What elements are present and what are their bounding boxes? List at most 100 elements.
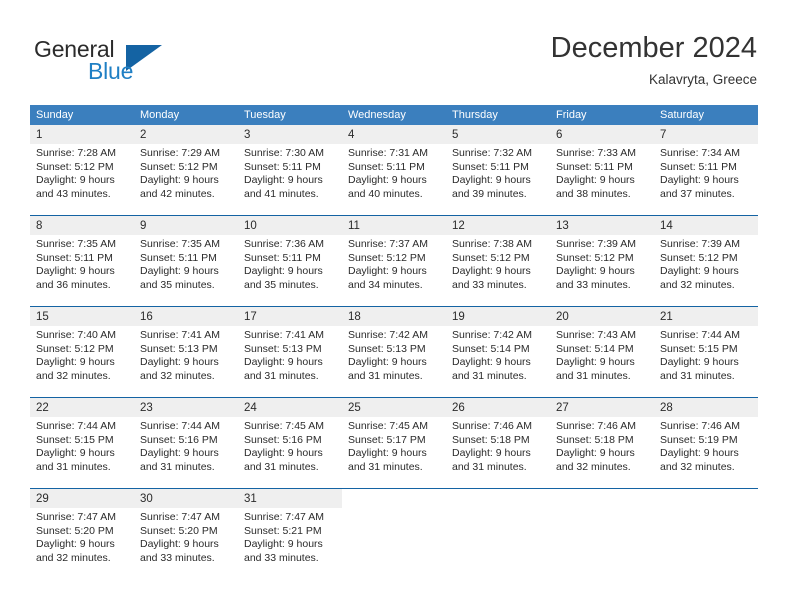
day-number: 1	[36, 129, 43, 141]
day-detail-line: Sunrise: 7:35 AM	[140, 238, 220, 250]
day-detail-line: and 39 minutes.	[452, 187, 527, 200]
day-number-band: 4	[342, 125, 446, 144]
day-number: 13	[556, 220, 569, 232]
calendar-day-cell[interactable]: 31 Sunrise: 7:47 AM Sunset: 5:21 PM Dayligh…	[238, 489, 342, 579]
day-details: Sunrise: 7:30 AM Sunset: 5:11 PM Daylight:…	[238, 144, 342, 201]
calendar-day-cell[interactable]: 23 Sunrise: 7:44 AM Sunset: 5:16 PM Dayligh…	[134, 398, 238, 488]
calendar-page: General Blue December 2024 Kalavryta, Gr…	[0, 0, 792, 612]
day-number-band: 1	[30, 125, 134, 144]
day-details: Sunrise: 7:39 AM Sunset: 5:12 PM Daylight:…	[654, 235, 758, 292]
calendar-day-cell[interactable]: 5 Sunrise: 7:32 AM Sunset: 5:11 PM Daylight…	[446, 125, 550, 215]
day-number: 24	[244, 402, 257, 414]
calendar-day-cell[interactable]: 10 Sunrise: 7:36 AM Sunset: 5:11 PM Dayligh…	[238, 216, 342, 306]
calendar-week-row: 1 Sunrise: 7:28 AM Sunset: 5:12 PM Daylight…	[30, 125, 758, 215]
calendar-day-cell[interactable]: 28 Sunrise: 7:46 AM Sunset: 5:19 PM Dayligh…	[654, 398, 758, 488]
calendar-day-cell[interactable]: 22 Sunrise: 7:44 AM Sunset: 5:15 PM Dayligh…	[30, 398, 134, 488]
day-detail-line: and 33 minutes.	[556, 278, 631, 291]
day-detail-line: Sunset: 5:13 PM	[140, 342, 218, 355]
calendar-day-cell-empty	[654, 489, 758, 579]
day-detail-line: and 35 minutes.	[140, 278, 215, 291]
calendar-day-cell[interactable]: 16 Sunrise: 7:41 AM Sunset: 5:13 PM Dayligh…	[134, 307, 238, 397]
day-detail-line: Sunrise: 7:44 AM	[140, 420, 220, 432]
page-header: General Blue December 2024 Kalavryta, Gr…	[0, 0, 792, 100]
calendar-day-cell[interactable]: 25 Sunrise: 7:45 AM Sunset: 5:17 PM Dayligh…	[342, 398, 446, 488]
day-number-band: 23	[134, 398, 238, 417]
calendar-day-cell[interactable]: 21 Sunrise: 7:44 AM Sunset: 5:15 PM Dayligh…	[654, 307, 758, 397]
day-detail-line: Sunrise: 7:47 AM	[140, 511, 220, 523]
calendar-day-cell[interactable]: 27 Sunrise: 7:46 AM Sunset: 5:18 PM Dayligh…	[550, 398, 654, 488]
calendar-day-cell[interactable]: 19 Sunrise: 7:42 AM Sunset: 5:14 PM Dayligh…	[446, 307, 550, 397]
calendar-day-cell-empty	[550, 489, 654, 579]
day-number-band: 17	[238, 307, 342, 326]
day-detail-line: Daylight: 9 hours	[244, 538, 323, 551]
day-detail-line: Sunset: 5:12 PM	[36, 342, 114, 355]
day-detail-line: Daylight: 9 hours	[452, 265, 531, 278]
day-detail-line: Daylight: 9 hours	[36, 447, 115, 460]
day-details: Sunrise: 7:39 AM Sunset: 5:12 PM Daylight:…	[550, 235, 654, 292]
day-detail-line: Daylight: 9 hours	[244, 265, 323, 278]
calendar-day-cell[interactable]: 1 Sunrise: 7:28 AM Sunset: 5:12 PM Daylight…	[30, 125, 134, 215]
calendar-week-row: 22 Sunrise: 7:44 AM Sunset: 5:15 PM Dayligh…	[30, 397, 758, 488]
calendar-day-cell[interactable]: 2 Sunrise: 7:29 AM Sunset: 5:12 PM Daylight…	[134, 125, 238, 215]
calendar-day-cell[interactable]: 24 Sunrise: 7:45 AM Sunset: 5:16 PM Dayligh…	[238, 398, 342, 488]
day-number-band: 11	[342, 216, 446, 235]
day-detail-line: Sunrise: 7:42 AM	[452, 329, 532, 341]
day-detail-line: Sunset: 5:20 PM	[140, 524, 218, 537]
day-detail-line: Sunset: 5:11 PM	[452, 160, 529, 173]
calendar-day-cell[interactable]: 6 Sunrise: 7:33 AM Sunset: 5:11 PM Daylight…	[550, 125, 654, 215]
day-details: Sunrise: 7:40 AM Sunset: 5:12 PM Daylight:…	[30, 326, 134, 383]
calendar-day-cell[interactable]: 14 Sunrise: 7:39 AM Sunset: 5:12 PM Dayligh…	[654, 216, 758, 306]
day-detail-line: Sunset: 5:19 PM	[660, 433, 738, 446]
day-details: Sunrise: 7:45 AM Sunset: 5:17 PM Daylight:…	[342, 417, 446, 474]
day-details: Sunrise: 7:29 AM Sunset: 5:12 PM Daylight:…	[134, 144, 238, 201]
day-detail-line: Sunset: 5:18 PM	[452, 433, 530, 446]
calendar-day-cell[interactable]: 17 Sunrise: 7:41 AM Sunset: 5:13 PM Dayligh…	[238, 307, 342, 397]
day-detail-line: Daylight: 9 hours	[36, 174, 115, 187]
day-number: 14	[660, 220, 673, 232]
calendar-day-cell[interactable]: 15 Sunrise: 7:40 AM Sunset: 5:12 PM Dayligh…	[30, 307, 134, 397]
day-number-band: 10	[238, 216, 342, 235]
calendar-week-row: 8 Sunrise: 7:35 AM Sunset: 5:11 PM Daylight…	[30, 215, 758, 306]
calendar-day-cell[interactable]: 12 Sunrise: 7:38 AM Sunset: 5:12 PM Dayligh…	[446, 216, 550, 306]
day-detail-line: and 31 minutes.	[36, 460, 111, 473]
day-number: 3	[244, 129, 251, 141]
day-detail-line: Daylight: 9 hours	[36, 538, 115, 551]
day-number: 19	[452, 311, 465, 323]
day-detail-line: Sunset: 5:12 PM	[660, 251, 738, 264]
calendar-day-cell[interactable]: 11 Sunrise: 7:37 AM Sunset: 5:12 PM Dayligh…	[342, 216, 446, 306]
calendar-day-cell[interactable]: 29 Sunrise: 7:47 AM Sunset: 5:20 PM Dayligh…	[30, 489, 134, 579]
day-detail-line: Sunrise: 7:47 AM	[244, 511, 324, 523]
general-blue-logo: General Blue	[34, 36, 214, 88]
day-detail-line: Daylight: 9 hours	[556, 356, 635, 369]
day-detail-line: Sunset: 5:12 PM	[348, 251, 426, 264]
day-detail-line: Sunset: 5:13 PM	[348, 342, 426, 355]
day-number-band: 18	[342, 307, 446, 326]
day-number: 4	[348, 129, 355, 141]
day-details: Sunrise: 7:34 AM Sunset: 5:11 PM Daylight:…	[654, 144, 758, 201]
calendar-day-cell[interactable]: 8 Sunrise: 7:35 AM Sunset: 5:11 PM Daylight…	[30, 216, 134, 306]
calendar-day-cell[interactable]: 7 Sunrise: 7:34 AM Sunset: 5:11 PM Daylight…	[654, 125, 758, 215]
day-number: 17	[244, 311, 257, 323]
day-detail-line: and 31 minutes.	[660, 369, 735, 382]
day-details	[342, 508, 446, 511]
calendar-day-cell[interactable]: 18 Sunrise: 7:42 AM Sunset: 5:13 PM Dayligh…	[342, 307, 446, 397]
calendar-day-cell[interactable]: 4 Sunrise: 7:31 AM Sunset: 5:11 PM Daylight…	[342, 125, 446, 215]
calendar-day-cell[interactable]: 9 Sunrise: 7:35 AM Sunset: 5:11 PM Daylight…	[134, 216, 238, 306]
calendar-day-cell[interactable]: 26 Sunrise: 7:46 AM Sunset: 5:18 PM Dayligh…	[446, 398, 550, 488]
calendar-day-cell[interactable]: 20 Sunrise: 7:43 AM Sunset: 5:14 PM Dayligh…	[550, 307, 654, 397]
day-detail-line: Sunrise: 7:30 AM	[244, 147, 324, 159]
day-detail-line: Sunrise: 7:41 AM	[244, 329, 324, 341]
day-number-band: 9	[134, 216, 238, 235]
calendar-day-cell[interactable]: 13 Sunrise: 7:39 AM Sunset: 5:12 PM Dayligh…	[550, 216, 654, 306]
day-details: Sunrise: 7:32 AM Sunset: 5:11 PM Daylight:…	[446, 144, 550, 201]
day-number: 8	[36, 220, 43, 232]
day-detail-line: Sunrise: 7:33 AM	[556, 147, 636, 159]
day-number: 10	[244, 220, 257, 232]
day-number-band: 5	[446, 125, 550, 144]
day-details: Sunrise: 7:44 AM Sunset: 5:16 PM Daylight:…	[134, 417, 238, 474]
calendar-day-cell[interactable]: 3 Sunrise: 7:30 AM Sunset: 5:11 PM Daylight…	[238, 125, 342, 215]
day-detail-line: and 32 minutes.	[36, 369, 111, 382]
calendar-day-cell[interactable]: 30 Sunrise: 7:47 AM Sunset: 5:20 PM Dayligh…	[134, 489, 238, 579]
day-detail-line: Sunset: 5:12 PM	[36, 160, 114, 173]
day-detail-line: and 35 minutes.	[244, 278, 319, 291]
